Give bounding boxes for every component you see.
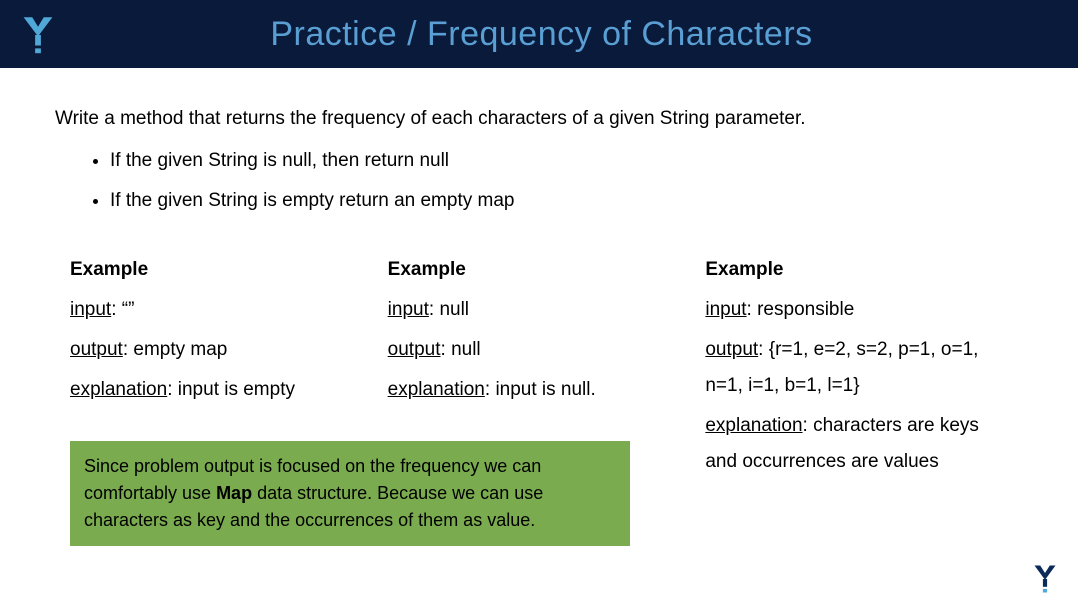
bullet-item: If the given String is null, then return… — [110, 150, 1023, 172]
intro-text: Write a method that returns the frequenc… — [55, 108, 1023, 130]
example-output: output: null — [388, 332, 686, 368]
example-block: Example input: responsible output: {r=1,… — [705, 252, 1023, 485]
slide-title: Practice / Frequency of Characters — [65, 15, 1078, 54]
example-explanation: explanation: input is null. — [388, 372, 686, 408]
slide-content: Write a method that returns the frequenc… — [0, 68, 1078, 485]
example-output: output: empty map — [70, 332, 368, 368]
example-output: output: {r=1, e=2, s=2, p=1, o=1, n=1, i… — [705, 332, 1003, 404]
example-input: input: null — [388, 292, 686, 328]
hint-box: Since problem output is focused on the f… — [70, 441, 630, 546]
example-explanation: explanation: characters are keys and occ… — [705, 408, 1003, 480]
example-heading: Example — [70, 252, 368, 288]
example-explanation: explanation: input is empty — [70, 372, 368, 408]
example-input: input: “” — [70, 292, 368, 328]
example-input: input: responsible — [705, 292, 1003, 328]
slide-header: Practice / Frequency of Characters — [0, 0, 1078, 68]
logo-icon — [10, 7, 65, 62]
hint-text-bold: Map — [216, 483, 252, 503]
bullet-item: If the given String is empty return an e… — [110, 190, 1023, 212]
corner-logo-icon — [1030, 562, 1060, 596]
example-heading: Example — [388, 252, 686, 288]
example-heading: Example — [705, 252, 1003, 288]
bullet-list: If the given String is null, then return… — [55, 150, 1023, 212]
